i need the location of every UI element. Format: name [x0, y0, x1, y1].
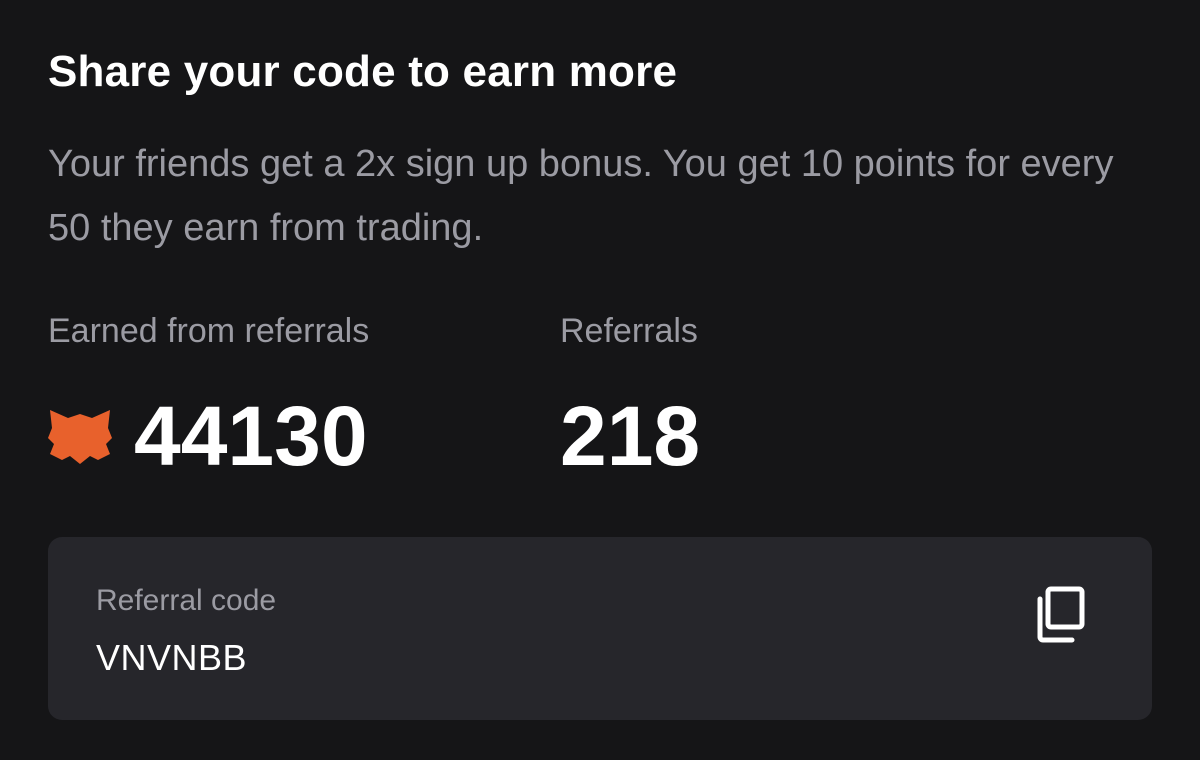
referrals-value: 218 [560, 389, 701, 483]
referrals-label: Referrals [560, 312, 698, 350]
referral-code-box: Referral code VNVNBB [48, 537, 1152, 720]
copy-icon [1037, 586, 1085, 643]
referral-card: Share your code to earn more Your friend… [0, 0, 1200, 760]
earned-value: 44130 [134, 389, 368, 483]
page-title: Share your code to earn more [48, 47, 678, 96]
referral-code-value: VNVNBB [96, 637, 248, 678]
fox-icon [48, 410, 112, 464]
referral-description: Your friends get a 2x sign up bonus. You… [48, 143, 1114, 249]
earned-label: Earned from referrals [48, 312, 370, 350]
copy-button[interactable] [1034, 585, 1090, 645]
referral-code-label: Referral code [96, 584, 277, 617]
